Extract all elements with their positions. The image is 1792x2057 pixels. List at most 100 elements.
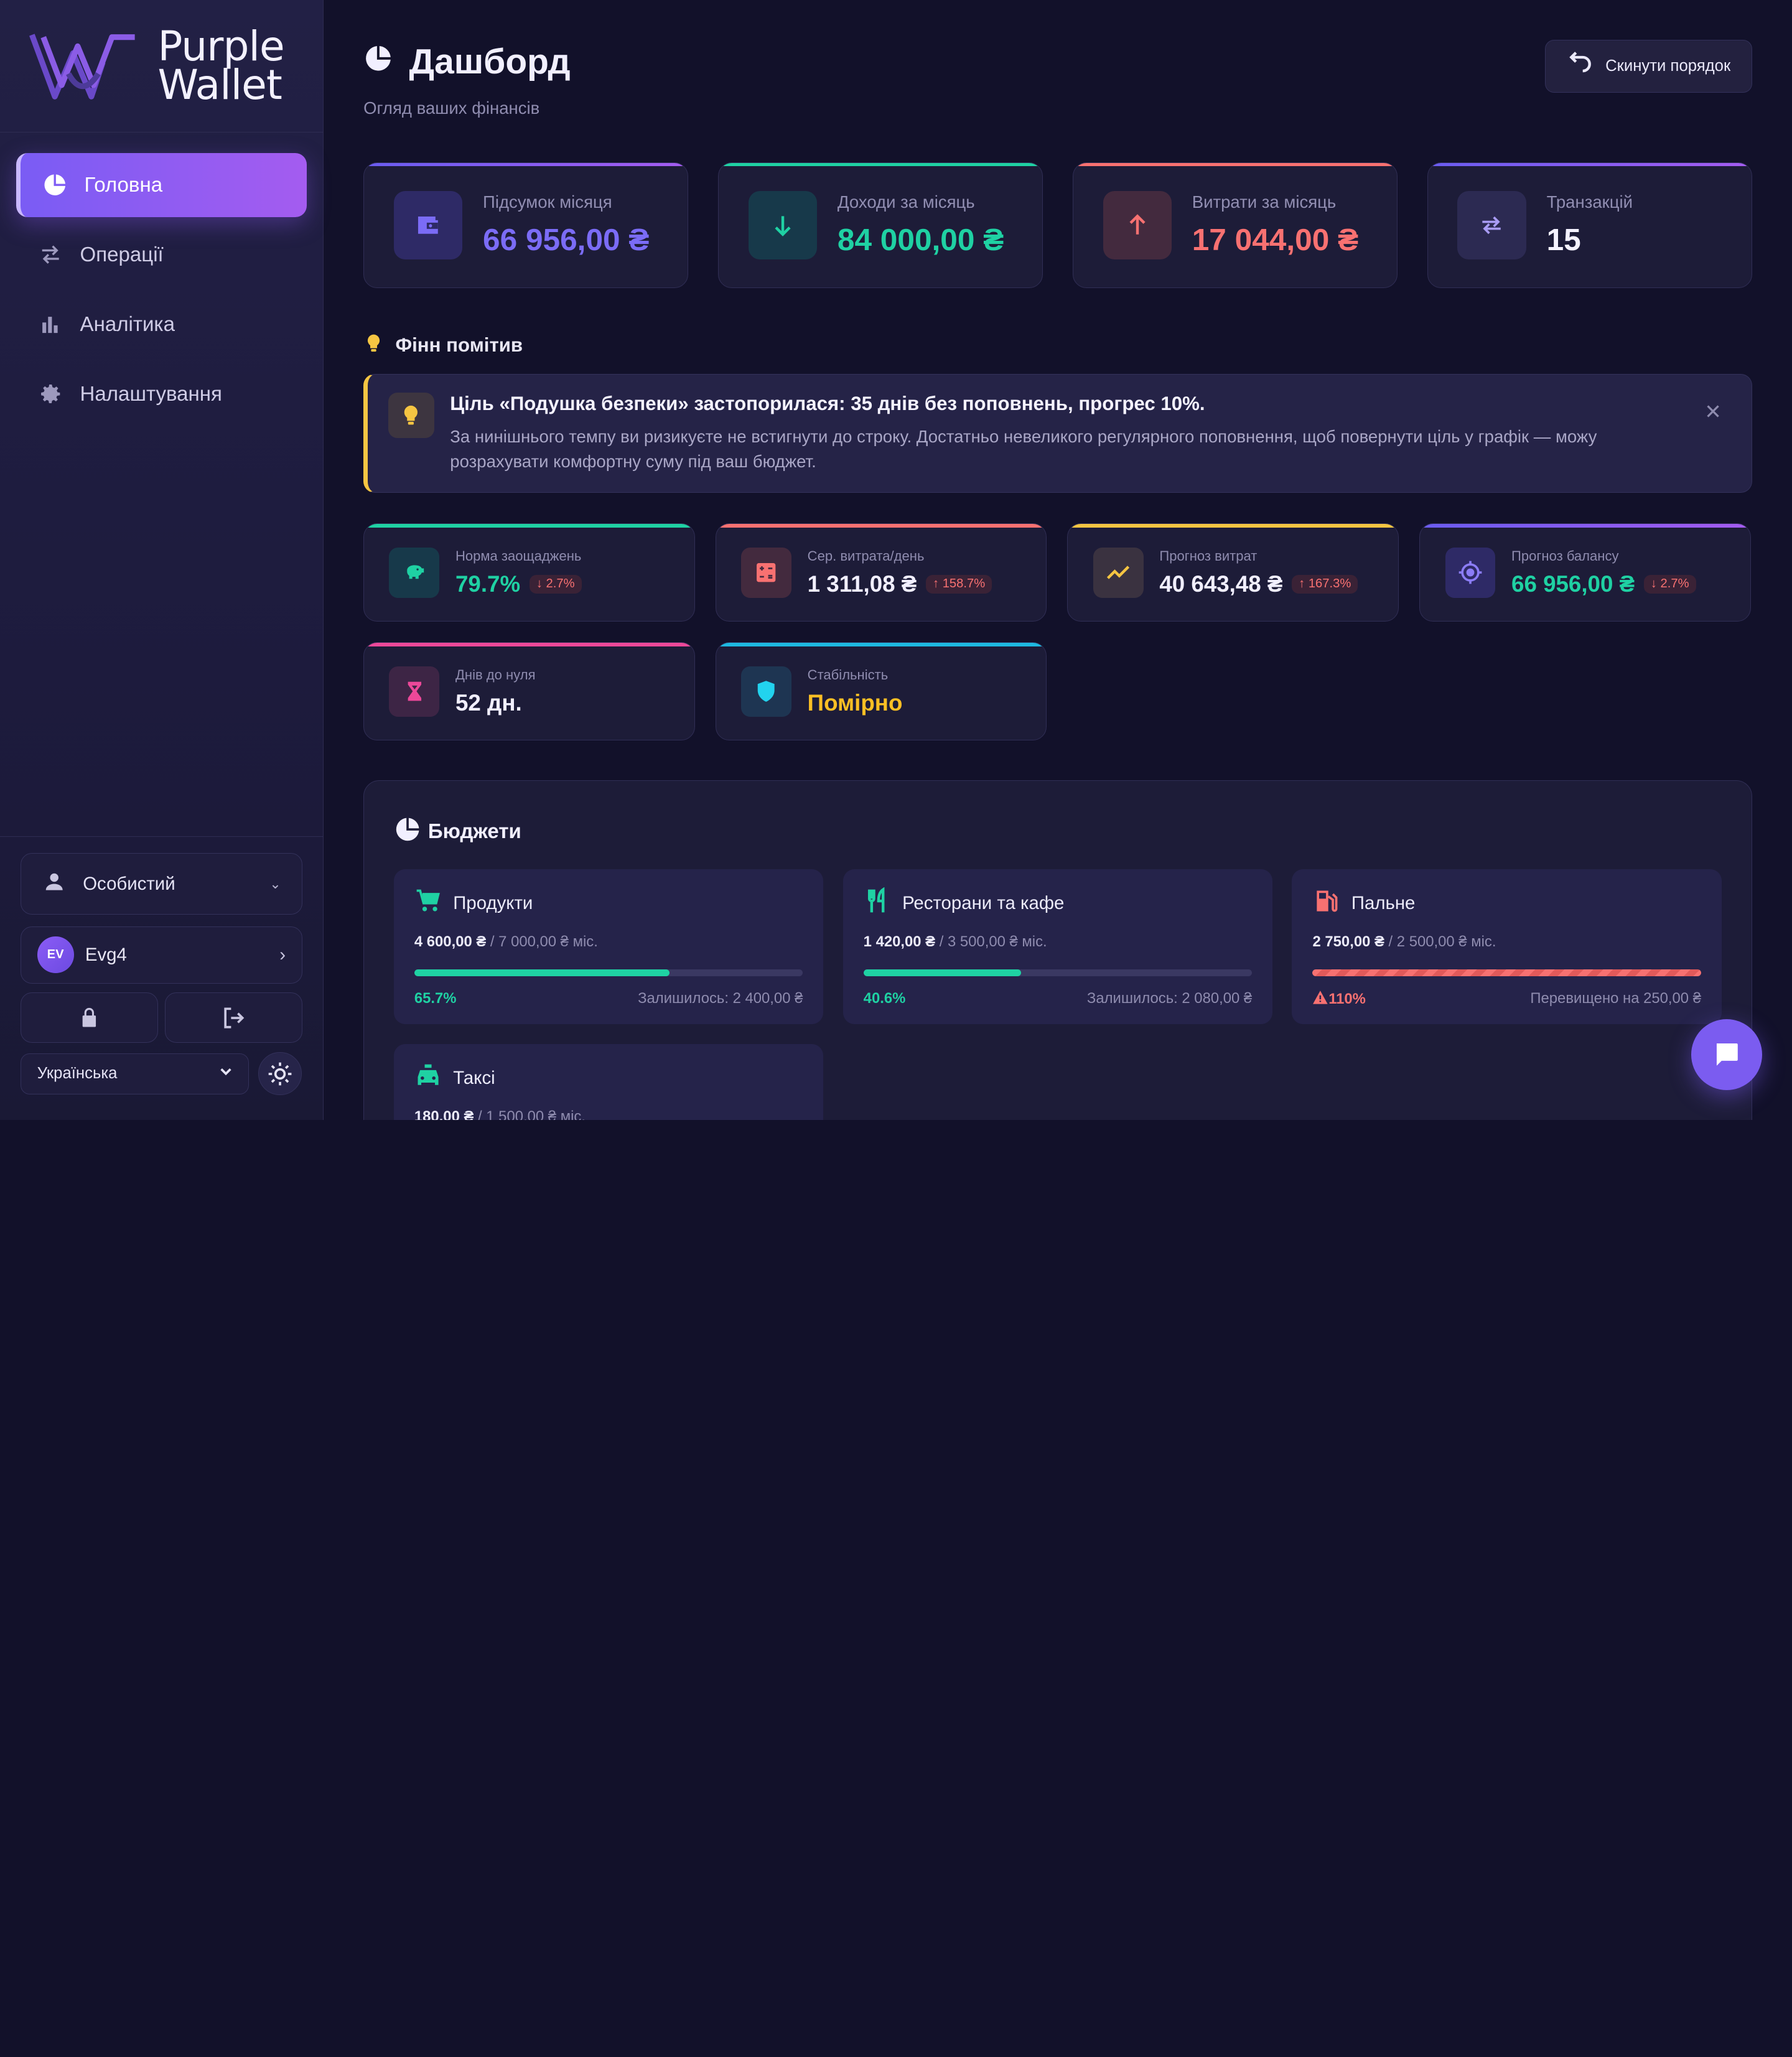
user-icon xyxy=(42,869,67,899)
budget-amount: 180,00 ₴ / 1 500,00 ₴ міс. xyxy=(414,1108,586,1120)
fork-knife-icon xyxy=(864,887,891,920)
user-name: Evg4 xyxy=(85,944,127,965)
user-profile-button[interactable]: EV Evg4 › xyxy=(21,926,302,984)
account-selector[interactable]: Особистий ⌄ xyxy=(21,853,302,915)
kpi-delta-badge: ↑ 167.3% xyxy=(1292,574,1358,594)
nav-item-label: Аналітика xyxy=(80,312,175,336)
nav-item-home[interactable]: Головна xyxy=(16,153,307,217)
kpi-spend-forecast[interactable]: Прогноз витрат 40 643,48 ₴ ↑ 167.3% xyxy=(1067,523,1399,622)
language-value: Українська xyxy=(37,1065,118,1083)
budget-percent: 110% xyxy=(1312,990,1366,1009)
budget-name: Таксі xyxy=(453,1068,495,1089)
gear-icon xyxy=(37,381,64,408)
kpi-delta-badge: ↓ 2.7% xyxy=(529,574,582,594)
avatar: EV xyxy=(37,936,74,973)
sidebar-footer: Особистий ⌄ EV Evg4 › Українська xyxy=(0,836,323,1120)
hourglass-icon xyxy=(389,666,440,717)
reset-order-button[interactable]: Скинути порядок xyxy=(1545,40,1752,93)
budget-amount: 1 420,00 ₴ / 3 500,00 ₴ міс. xyxy=(863,933,1047,951)
wallet-icon xyxy=(393,190,462,259)
arrow-up-icon xyxy=(1103,190,1172,259)
stat-value: 66 956,00 ₴ xyxy=(483,222,650,258)
kpi-label: Норма заощаджень xyxy=(455,548,582,564)
kpi-savings-rate[interactable]: Норма заощаджень 79.7% ↓ 2.7% xyxy=(363,523,695,622)
logout-button[interactable] xyxy=(164,992,302,1043)
theme-toggle-button[interactable] xyxy=(258,1052,302,1096)
insight-card: Ціль «Подушка безпеки» застопорилася: 35… xyxy=(363,373,1752,493)
kpi-value: 1 311,08 ₴ xyxy=(807,571,917,597)
stat-label: Витрати за місяць xyxy=(1192,192,1337,212)
budget-card-groceries[interactable]: Продукти 4 600,00 ₴ / 7 000,00 ₴ міс. 65… xyxy=(393,869,824,1025)
stat-label: Підсумок місяця xyxy=(483,192,612,212)
stat-value: 17 044,00 ₴ xyxy=(1192,222,1359,258)
kpi-label: Прогноз балансу xyxy=(1511,548,1619,564)
kpi-balance-forecast[interactable]: Прогноз балансу 66 956,00 ₴ ↓ 2.7% xyxy=(1419,523,1751,622)
kpi-label: Сер. витрата/день xyxy=(807,548,925,564)
bar-chart-icon xyxy=(37,311,64,338)
budget-card-taxi[interactable]: Таксі 180,00 ₴ / 1 500,00 ₴ міс. xyxy=(393,1043,824,1120)
kpi-value: 40 643,48 ₴ xyxy=(1159,571,1283,597)
stat-value: 84 000,00 ₴ xyxy=(837,222,1004,258)
brand-logo[interactable]: Purple Wallet xyxy=(0,0,323,133)
kpi-value: 79.7% xyxy=(455,571,521,597)
budgets-title: Бюджети xyxy=(394,816,1722,849)
budget-card-restaurants[interactable]: Ресторани та кафе 1 420,00 ₴ / 3 500,00 … xyxy=(842,869,1273,1025)
target-icon xyxy=(1445,547,1496,598)
chevron-down-icon: ⌄ xyxy=(269,875,281,892)
kpi-days-to-zero[interactable]: Днів до нуля 52 дн. xyxy=(363,642,695,741)
fuel-pump-icon xyxy=(1312,887,1340,920)
page-title: Дашборд xyxy=(363,41,571,82)
kpi-value: 52 дн. xyxy=(455,689,522,716)
taxi-icon xyxy=(414,1062,442,1094)
arrow-down-icon: ↓ xyxy=(1650,577,1661,591)
kpi-value: Помірно xyxy=(807,689,903,716)
stat-card-expenses[interactable]: Витрати за місяць 17 044,00 ₴ xyxy=(1072,162,1398,288)
nav-item-analytics[interactable]: Аналітика xyxy=(16,292,307,357)
kpi-grid: Норма заощаджень 79.7% ↓ 2.7% Сер. витра… xyxy=(363,523,1752,741)
nav-item-operations[interactable]: Операції xyxy=(16,223,307,287)
main-nav: Головна Операції Аналітика Налаштування xyxy=(0,133,323,426)
stat-card-income[interactable]: Доходи за місяць 84 000,00 ₴ xyxy=(717,162,1043,288)
nav-item-label: Головна xyxy=(84,173,163,197)
lightbulb-icon xyxy=(388,392,434,439)
kpi-delta-badge: ↓ 2.7% xyxy=(1643,574,1696,594)
budget-overspent: Перевищено на 250,00 ₴ xyxy=(1530,989,1701,1007)
kpi-label: Стабільність xyxy=(807,666,889,683)
lock-button[interactable] xyxy=(21,992,158,1043)
budget-percent: 65.7% xyxy=(414,989,457,1007)
pie-chart-icon xyxy=(41,171,68,198)
chevron-right-icon: › xyxy=(279,944,286,965)
arrow-down-icon: ↓ xyxy=(536,577,546,591)
budget-remaining: Залишилось: 2 080,00 ₴ xyxy=(1086,989,1253,1007)
kpi-label: Прогноз витрат xyxy=(1159,548,1258,564)
budget-progress-bar xyxy=(1312,969,1701,976)
close-icon[interactable]: ✕ xyxy=(1704,399,1722,424)
sun-icon xyxy=(268,1062,292,1085)
kpi-label: Днів до нуля xyxy=(455,666,536,683)
kpi-avg-daily-spend[interactable]: Сер. витрата/день 1 311,08 ₴ ↑ 158.7% xyxy=(715,523,1047,622)
kpi-value: 66 956,00 ₴ xyxy=(1511,571,1635,597)
warning-icon xyxy=(1312,990,1328,1009)
brand-name: Purple Wallet xyxy=(157,22,284,110)
language-select[interactable]: Українська xyxy=(21,1053,250,1094)
arrow-down-icon xyxy=(748,190,817,259)
stat-card-transactions[interactable]: Транзакцій 15 xyxy=(1427,162,1752,288)
logout-icon xyxy=(224,1007,245,1028)
chevron-down-icon xyxy=(219,1065,233,1083)
stat-label: Доходи за місяць xyxy=(837,192,975,212)
budget-card-fuel[interactable]: Пальне 2 750,00 ₴ / 2 500,00 ₴ міс. 110%… xyxy=(1292,869,1722,1025)
insight-section-title: Фінн помітив xyxy=(363,332,523,360)
budget-name: Продукти xyxy=(453,893,533,914)
summary-stats: Підсумок місяця 66 956,00 ₴ Доходи за мі… xyxy=(363,162,1752,288)
insight-title: Ціль «Подушка безпеки» застопорилася: 35… xyxy=(450,392,1205,414)
budgets-panel: Бюджети Продукти 4 600,00 ₴ / 7 000,00 ₴… xyxy=(363,780,1752,1120)
shield-icon xyxy=(741,666,791,717)
kpi-stability[interactable]: Стабільність Помірно xyxy=(715,642,1047,741)
nav-item-settings[interactable]: Налаштування xyxy=(16,362,307,426)
page-subtitle: Огляд ваших фінансів xyxy=(363,98,540,118)
stat-label: Транзакцій xyxy=(1546,192,1633,212)
arrow-up-icon: ↑ xyxy=(932,577,943,591)
chat-button[interactable] xyxy=(1691,1019,1763,1091)
stat-card-month-total[interactable]: Підсумок місяця 66 956,00 ₴ xyxy=(363,162,689,288)
sidebar: Purple Wallet Головна Операції Аналітика… xyxy=(0,0,324,1120)
